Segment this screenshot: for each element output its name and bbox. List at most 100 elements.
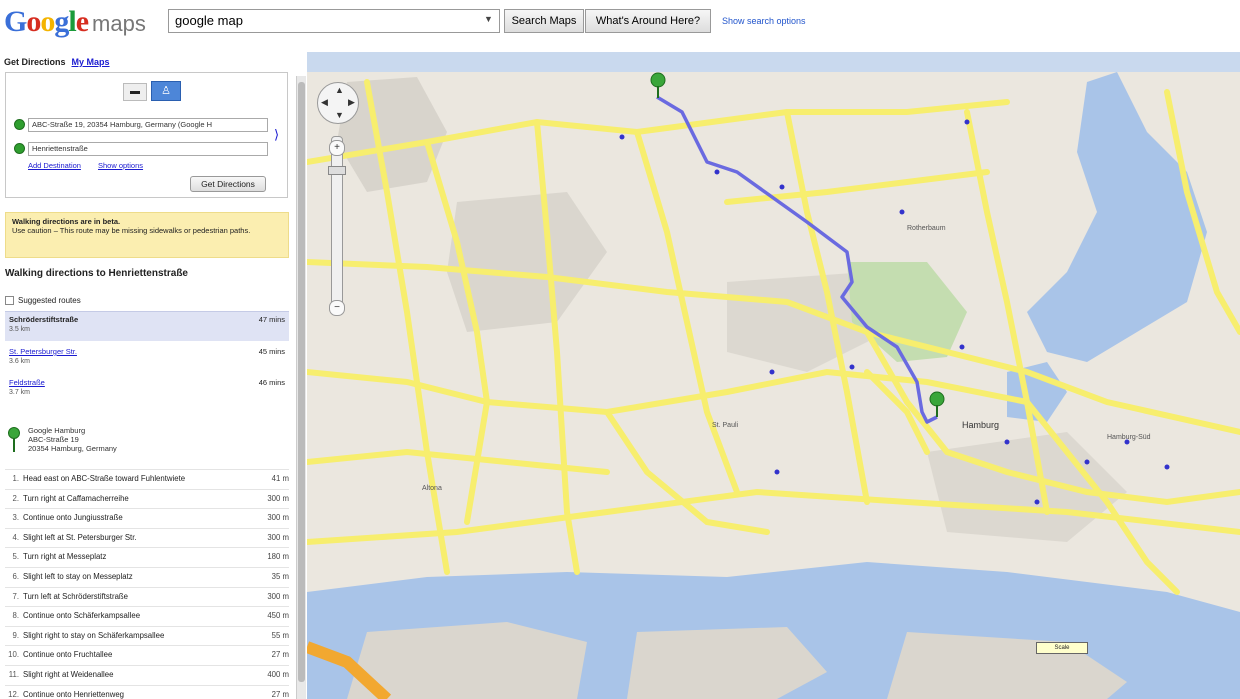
route-time: 46 mins <box>258 378 285 387</box>
suggested-routes-toggle[interactable]: Suggested routes <box>5 296 81 306</box>
swap-icon[interactable]: ⟩ <box>274 127 279 143</box>
direction-step[interactable]: 9. Slight right to stay on Schäferkampsal… <box>5 625 289 646</box>
step-number: 11. <box>8 669 19 679</box>
step-distance: 300 m <box>267 493 289 503</box>
car-mode-button[interactable]: ▬ <box>123 83 147 101</box>
step-number: 9. <box>12 630 19 640</box>
whats-around-button[interactable]: What's Around Here? <box>585 9 711 33</box>
step-number: 5. <box>12 552 19 562</box>
map-scale: Scale <box>1036 642 1088 654</box>
direction-step[interactable]: 12. Continue onto Henriettenweg 27 m <box>5 684 289 699</box>
step-distance: 300 m <box>267 532 289 542</box>
walking-icon: ♙ <box>161 85 171 97</box>
map-label-rotherbaum: Rotherbaum <box>907 225 946 232</box>
step-text: Continue onto Schäferkampsallee <box>23 611 141 621</box>
route-name[interactable]: St. Petersburger Str. <box>9 347 77 356</box>
route-name: Schröderstiftstraße <box>9 315 79 324</box>
step-distance: 27 m <box>271 650 289 660</box>
direction-step[interactable]: 11. Slight right at Weidenallee 400 m <box>5 664 289 685</box>
route-option[interactable]: Feldstraße 46 mins 3.7 km <box>5 375 289 405</box>
beta-warning: Walking directions are in beta. Use caut… <box>5 212 289 258</box>
sidebar: Get DirectionsMy Maps × ▬ ♙ ABC-Straße 1… <box>0 52 294 699</box>
direction-step[interactable]: 10. Continue onto Fruchtallee 27 m <box>5 645 289 665</box>
tab-get-directions[interactable]: Get Directions <box>4 57 66 67</box>
start-pin-icon <box>14 119 25 130</box>
warning-text: Use caution – This route may be missing … <box>12 226 251 235</box>
route-option[interactable]: St. Petersburger Str. 45 mins 3.6 km <box>5 344 289 374</box>
get-directions-button[interactable]: Get Directions <box>190 176 266 192</box>
tab-my-maps[interactable]: My Maps <box>72 57 110 67</box>
pan-down-icon[interactable]: ▼ <box>335 110 344 120</box>
direction-step[interactable]: 1. Head east on ABC-Straße toward Fuhlent… <box>5 469 289 489</box>
sidebar-tabs: Get Directions My Maps <box>4 57 110 67</box>
direction-step[interactable]: 6. Slight left to stay on Messeplatz 35 m <box>5 566 289 587</box>
show-search-options-link[interactable]: Show search options <box>722 16 806 26</box>
step-number: 7. <box>12 591 19 601</box>
direction-steps: 1. Head east on ABC-Straße toward Fuhlent… <box>5 469 289 699</box>
step-number: 1. <box>12 474 19 483</box>
map-canvas[interactable] <box>307 72 1240 699</box>
route-time: 47 mins <box>258 315 285 324</box>
step-number: 3. <box>12 513 19 523</box>
route-distance: 3.7 km <box>9 389 31 396</box>
collapse-icon <box>5 296 14 306</box>
route-distance: 3.6 km <box>9 358 31 365</box>
show-options-link[interactable]: Show options <box>98 161 143 170</box>
search-input[interactable]: google map <box>168 9 500 33</box>
logo-google: Google <box>4 5 89 38</box>
to-field[interactable]: Henriettenstraße <box>28 142 268 156</box>
direction-step[interactable]: 3. Continue onto Jungiusstraße 300 m <box>5 508 289 528</box>
step-text: Continue onto Fruchtallee <box>23 650 113 660</box>
route-option[interactable]: Schröderstiftstraße 47 mins 3.5 km <box>5 311 289 341</box>
google-maps-logo[interactable]: Google maps <box>4 4 146 42</box>
pan-right-icon[interactable]: ▶ <box>348 97 355 108</box>
start-address-line: 20354 Hamburg, Germany <box>28 444 117 453</box>
map-toolbar <box>307 52 1240 73</box>
warning-title: Walking directions are in beta. <box>12 217 121 226</box>
start-address-line: Google Hamburg <box>28 426 86 435</box>
from-field[interactable]: ABC-Straße 19, 20354 Hamburg, Germany (G… <box>28 118 268 132</box>
zoom-out-button[interactable]: − <box>329 300 345 316</box>
map-label-hamburg: Hamburg <box>962 420 1000 430</box>
route-time: 45 mins <box>258 347 285 356</box>
step-number: 8. <box>12 611 19 621</box>
step-distance: 55 m <box>271 630 289 640</box>
step-text: Turn right at Caffamacherreihe <box>23 493 129 503</box>
direction-step[interactable]: 8. Continue onto Schäferkampsallee 450 m <box>5 606 289 626</box>
pan-up-icon[interactable]: ▲ <box>335 85 344 95</box>
car-icon: ▬ <box>130 86 140 97</box>
route-distance: 3.5 km <box>9 326 31 333</box>
route-name[interactable]: Feldstraße <box>9 378 45 387</box>
add-destination-link[interactable]: Add Destination <box>28 161 81 170</box>
step-text: Slight right at Weidenallee <box>23 669 114 679</box>
step-distance: 35 m <box>271 571 289 581</box>
step-number: 12. <box>8 689 19 699</box>
map-view[interactable]: ▲ ▼ ◀ ▶ + − Hamburg St. Pauli Altona Rot… <box>307 52 1240 699</box>
zoom-handle[interactable] <box>328 166 346 175</box>
start-address: Google Hamburg ABC-Straße 19 20354 Hambu… <box>28 426 117 453</box>
direction-step[interactable]: 4. Slight left at St. Petersburger Str. 30… <box>5 527 289 548</box>
direction-step[interactable]: 7. Turn left at Schröderstiftstraße 300 m <box>5 586 289 607</box>
step-distance: 180 m <box>267 552 289 562</box>
direction-step[interactable]: 5. Turn right at Messeplatz 180 m <box>5 547 289 567</box>
logo-maps: maps <box>92 11 146 36</box>
scroll-thumb[interactable] <box>298 82 305 682</box>
chevron-down-icon[interactable]: ▼ <box>484 14 493 24</box>
zoom-slider[interactable] <box>331 136 343 308</box>
pan-left-icon[interactable]: ◀ <box>321 97 328 108</box>
walk-mode-button[interactable]: ♙ <box>151 81 181 101</box>
direction-step[interactable]: 2. Turn right at Caffamacherreihe 300 m <box>5 488 289 509</box>
step-distance: 27 m <box>271 689 289 699</box>
step-number: 6. <box>12 571 19 581</box>
search-maps-button[interactable]: Search Maps <box>504 9 584 33</box>
step-text: Turn left at Schröderstiftstraße <box>23 591 129 601</box>
green-pin-icon <box>8 427 20 452</box>
sidebar-scrollbar[interactable] <box>296 76 306 699</box>
pan-control[interactable]: ▲ ▼ ◀ ▶ <box>317 82 359 124</box>
map-label-st-pauli: St. Pauli <box>712 422 739 429</box>
step-text: Slight left to stay on Messeplatz <box>23 571 133 581</box>
suggested-routes-label: Suggested routes <box>18 296 81 305</box>
zoom-in-button[interactable]: + <box>329 140 345 156</box>
step-text: Continue onto Jungiusstraße <box>23 513 123 523</box>
step-distance: 300 m <box>267 513 289 523</box>
